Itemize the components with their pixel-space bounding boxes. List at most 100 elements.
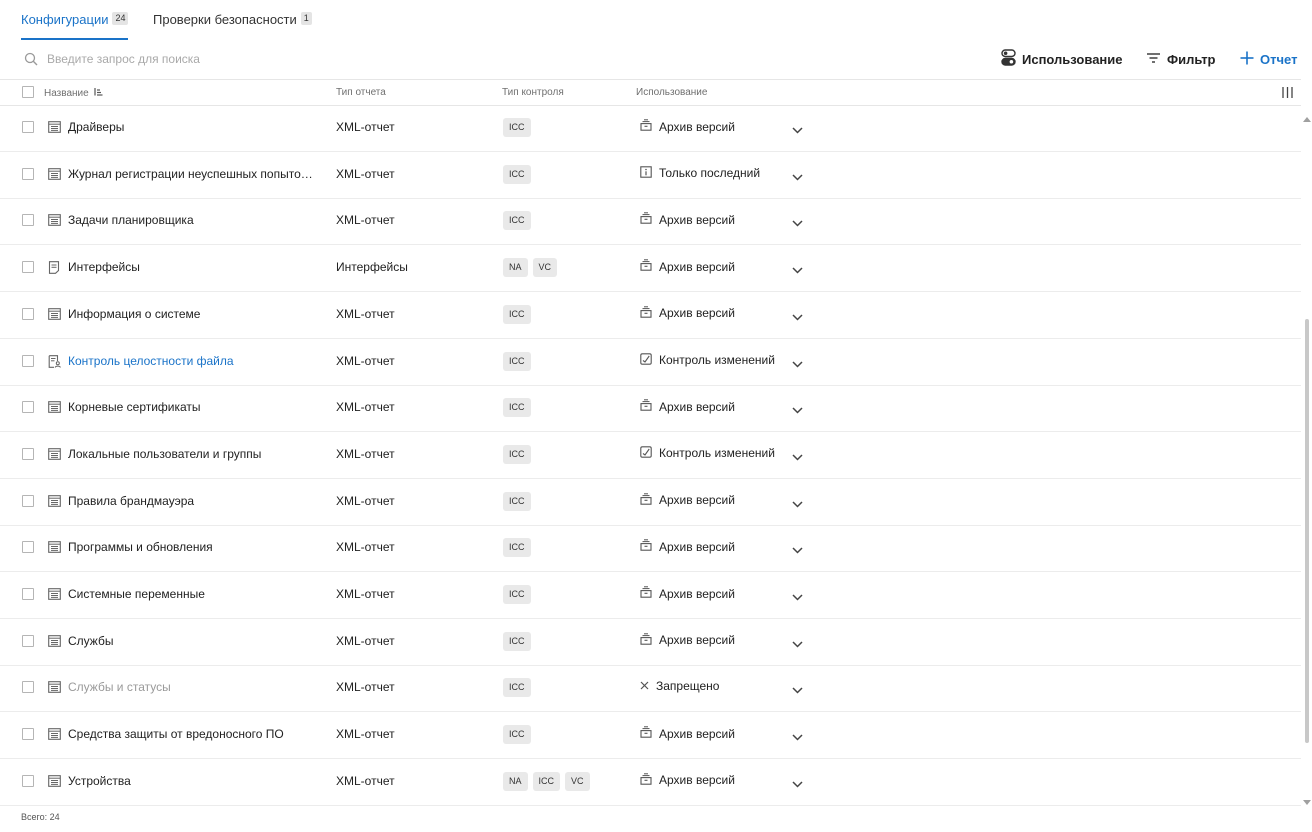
row-checkbox[interactable] xyxy=(22,681,34,694)
table-row[interactable]: Правила брандмауэра XML-отчет ICC Архив вер… xyxy=(0,479,1301,526)
row-name[interactable]: Службы xyxy=(68,634,318,649)
chevron-down-icon[interactable] xyxy=(792,590,803,604)
chevron-down-icon[interactable] xyxy=(792,543,803,557)
row-usage-label: Контроль изменений xyxy=(659,353,775,367)
plus-icon xyxy=(1240,51,1260,68)
row-checkbox[interactable] xyxy=(22,774,34,787)
sort-icon[interactable] xyxy=(94,87,103,100)
column-header-report-type[interactable]: Тип отчета xyxy=(336,87,386,99)
row-name[interactable]: Контроль целостности файла xyxy=(68,354,318,369)
chevron-down-icon[interactable] xyxy=(792,216,803,230)
row-checkbox[interactable] xyxy=(22,728,34,741)
table-row[interactable]: Службы XML-отчет ICC Архив версий xyxy=(0,619,1301,666)
row-checkbox[interactable] xyxy=(22,401,34,414)
row-checkbox[interactable] xyxy=(22,588,34,600)
table-row[interactable]: Журнал регистрации неуспешных попыток вх… xyxy=(0,152,1301,199)
row-checkbox[interactable] xyxy=(22,307,34,320)
table-row[interactable]: Средства защиты от вредоносного ПО XML-от… xyxy=(0,712,1301,760)
change-control-icon xyxy=(640,352,659,368)
row-checkbox[interactable] xyxy=(22,354,34,367)
table-row[interactable]: Системные переменные XML-отчет ICC Архив ве… xyxy=(0,572,1301,619)
tab-security-checks[interactable]: Проверки безопасности 1 xyxy=(153,12,312,40)
chevron-down-icon[interactable] xyxy=(792,263,803,277)
chevron-down-icon[interactable] xyxy=(792,450,803,464)
scroll-up-arrow-icon[interactable] xyxy=(1303,111,1311,125)
column-header-usage[interactable]: Использование xyxy=(636,87,707,99)
row-checkbox[interactable] xyxy=(22,214,34,227)
control-type-tag: ICC xyxy=(503,164,531,184)
row-name[interactable]: Устройства xyxy=(68,774,318,789)
row-control-tags: ICC xyxy=(503,678,531,698)
scroll-down-arrow-icon[interactable] xyxy=(1303,794,1311,808)
total-count: Всего: 24 xyxy=(21,812,60,822)
table-row[interactable]: Корневые сертификаты XML-отчет ICC Архив ве… xyxy=(0,385,1301,433)
chevron-down-icon[interactable] xyxy=(792,777,803,791)
row-checkbox[interactable] xyxy=(22,447,34,460)
row-report-type: XML-отчет xyxy=(336,540,395,555)
report-icon xyxy=(48,214,61,229)
vertical-scrollbar[interactable] xyxy=(1301,106,1312,806)
table-row[interactable]: Интерфейсы Интерфейсы NA VC Архив версий xyxy=(0,245,1301,293)
control-type-tag: ICC xyxy=(503,585,531,604)
row-checkbox[interactable] xyxy=(22,541,34,554)
info-icon xyxy=(640,165,659,181)
table-row[interactable]: Задачи планировщика XML-отчет ICC Архив вер… xyxy=(0,198,1301,246)
row-name[interactable]: Журнал регистрации неуспешных попыток вх… xyxy=(68,167,318,182)
row-checkbox[interactable] xyxy=(22,261,34,274)
chevron-down-icon[interactable] xyxy=(792,310,803,324)
row-control-tags: ICC xyxy=(503,444,531,464)
row-name[interactable]: Правила брандмауэра xyxy=(68,494,318,509)
row-name[interactable]: Задачи планировщика xyxy=(68,213,318,228)
filter-icon xyxy=(1146,52,1167,67)
table-row[interactable]: Локальные пользователи и группы XML-отчет… xyxy=(0,432,1301,479)
row-name[interactable]: Корневые сертификаты xyxy=(68,400,318,415)
row-checkbox[interactable] xyxy=(22,494,34,507)
table-row[interactable]: Устройства XML-отчет NA ICC VC Архив версий xyxy=(0,759,1301,806)
row-name[interactable]: Программы и обновления xyxy=(68,540,318,555)
table-row[interactable]: Информация о системе XML-отчет ICC Архив ве… xyxy=(0,292,1301,339)
chevron-down-icon[interactable] xyxy=(792,123,803,137)
row-control-tags: ICC xyxy=(503,631,531,651)
tab-configurations[interactable]: Конфигурации 24 xyxy=(21,12,129,40)
report-icon xyxy=(48,728,61,743)
chevron-down-icon[interactable] xyxy=(792,637,803,651)
row-checkbox[interactable] xyxy=(22,167,34,180)
chevron-down-icon[interactable] xyxy=(792,683,803,697)
row-control-tags: ICC xyxy=(503,725,531,745)
row-name[interactable]: Службы и статусы xyxy=(68,680,318,695)
report-icon xyxy=(48,681,61,696)
row-name[interactable]: Системные переменные xyxy=(68,587,318,602)
table-row[interactable]: Службы и статусы XML-отчет ICC Запрещено xyxy=(0,665,1301,713)
control-type-tag: ICC xyxy=(503,118,531,137)
row-name[interactable]: Интерфейсы xyxy=(68,260,318,275)
chevron-down-icon[interactable] xyxy=(792,170,803,184)
row-checkbox[interactable] xyxy=(22,121,34,133)
scrollbar-thumb[interactable] xyxy=(1305,319,1309,743)
chevron-down-icon[interactable] xyxy=(792,730,803,744)
add-report-button[interactable]: Отчет xyxy=(1240,50,1297,68)
row-usage-label: Архив версий xyxy=(659,726,735,741)
chevron-down-icon[interactable] xyxy=(792,403,803,417)
chevron-down-icon[interactable] xyxy=(792,357,803,371)
column-header-name[interactable]: Название xyxy=(44,87,103,100)
row-checkbox[interactable] xyxy=(22,634,34,647)
column-header-control-type[interactable]: Тип контроля xyxy=(502,87,564,99)
filter-button[interactable]: Фильтр xyxy=(1146,50,1216,68)
columns-settings-icon[interactable] xyxy=(1281,86,1294,102)
table-row[interactable]: Программы и обновления XML-отчет ICC Архив … xyxy=(0,525,1301,573)
row-usage-label: Архив версий xyxy=(659,306,735,321)
select-all-checkbox[interactable] xyxy=(22,86,34,98)
table-row[interactable]: Контроль целостности файла XML-отчет ICC Ко… xyxy=(0,339,1301,386)
row-name[interactable]: Средства защиты от вредоносного ПО xyxy=(68,727,318,742)
chevron-down-icon[interactable] xyxy=(792,497,803,511)
row-report-type: XML-отчет xyxy=(336,306,395,321)
usage-button[interactable]: Использование xyxy=(1001,49,1123,68)
row-control-tags: NA VC xyxy=(503,258,558,278)
row-name[interactable]: Локальные пользователи и группы xyxy=(68,447,318,462)
control-type-tag: ICC xyxy=(503,351,531,371)
report-icon xyxy=(48,121,61,136)
row-name[interactable]: Драйверы xyxy=(68,120,318,135)
search-input[interactable] xyxy=(47,52,347,66)
table-row[interactable]: Драйверы XML-отчет ICC Архив версий xyxy=(0,105,1301,152)
row-name[interactable]: Информация о системе xyxy=(68,307,318,322)
